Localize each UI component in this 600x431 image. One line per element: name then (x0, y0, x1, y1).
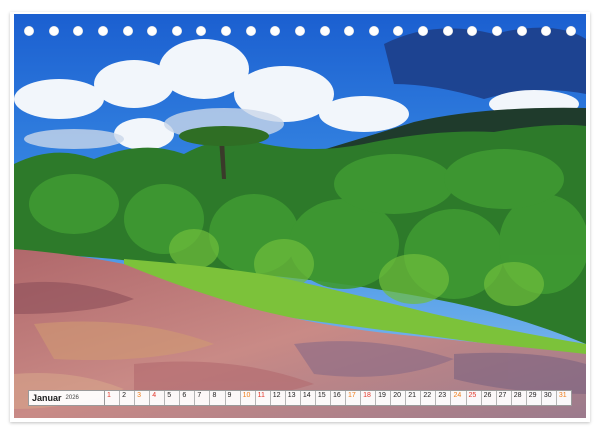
day-cell: 18 (361, 391, 377, 405)
day-cell: 24 (451, 391, 467, 405)
day-cell: 26 (482, 391, 497, 405)
binding-hole (442, 26, 453, 36)
day-cell: 22 (421, 391, 437, 405)
binding-hole (24, 26, 34, 36)
binding-hole (245, 26, 256, 36)
day-cell: 25 (467, 391, 482, 405)
day-cell: 7 (195, 391, 211, 405)
day-cell: 5 (165, 391, 181, 405)
binding-hole (221, 26, 231, 36)
day-cell: 31 (558, 392, 567, 399)
binding-hole (171, 26, 182, 36)
day-cell: 19 (376, 391, 392, 405)
day-cell: 20 (391, 391, 407, 405)
month-label: Januar (32, 393, 62, 403)
binding-hole (196, 26, 207, 36)
binding-hole (516, 26, 527, 36)
binding-hole (319, 26, 330, 36)
binding-hole (418, 26, 428, 36)
binding-hole (73, 26, 84, 36)
year-label: 2026 (65, 395, 79, 401)
day-cell: 2 (120, 391, 136, 405)
day-cell: 3 (135, 391, 151, 405)
day-cell: 30 (542, 391, 557, 405)
binding-hole (294, 26, 305, 36)
binding-hole (344, 26, 355, 36)
day-cell: 13 (286, 391, 301, 405)
binding-hole (541, 26, 552, 36)
day-cell: 29 (527, 391, 542, 405)
day-cell: 17 (346, 391, 362, 405)
binding-hole (467, 26, 478, 36)
binding-hole (270, 26, 281, 36)
day-cell: 23 (436, 391, 452, 405)
day-cell: 15 (316, 391, 331, 405)
day-cell: 12 (271, 391, 286, 405)
binding-hole (122, 26, 133, 36)
day-cell: 9 (226, 391, 241, 405)
binding-hole (147, 26, 158, 36)
binding-hole (491, 26, 502, 36)
calendar-strip: Januar 2026 1 2 3 4 5 6 7 8 9 10 11 12 13 14 15 16 17 18 1… (28, 390, 572, 406)
binding-hole (48, 26, 59, 36)
day-cell: 21 (406, 391, 422, 405)
day-cell: 4 (150, 391, 166, 405)
month-cell: Januar 2026 (29, 391, 105, 405)
day-cell: 16 (331, 391, 346, 405)
binding-hole (393, 26, 404, 36)
binding-hole (368, 26, 379, 36)
binding-holes (14, 14, 586, 48)
landscape-photo (14, 14, 586, 418)
day-cell: 6 (180, 391, 196, 405)
day-cell: 28 (512, 391, 527, 405)
day-cell: 14 (301, 391, 316, 405)
binding-hole (97, 26, 108, 36)
binding-hole (565, 26, 576, 36)
day-cell: 10 (241, 391, 256, 405)
day-row: 1 2 3 4 5 6 7 8 9 10 11 12 13 14 15 16 17 18 19 20 21 22 23 24 2… (105, 391, 571, 405)
day-cell: 8 (210, 391, 226, 405)
day-cell: 11 (256, 391, 271, 405)
day-cell: 1 (105, 391, 121, 405)
day-cell: 27 (497, 391, 512, 405)
